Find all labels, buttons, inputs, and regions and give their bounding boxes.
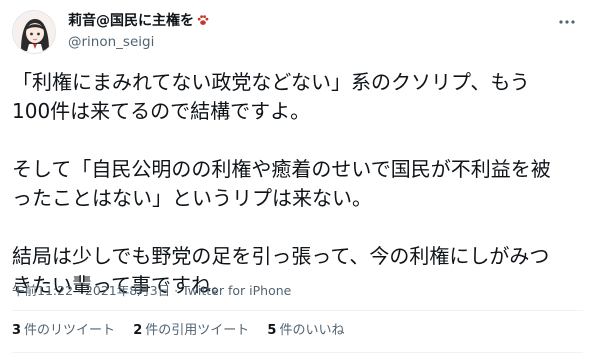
like-label[interactable]: 件のいいね	[279, 323, 344, 338]
retweet-label[interactable]: 件のリツイート	[24, 323, 115, 338]
tweet-timestamp[interactable]: 午前11:22 · 2021年8月3日	[12, 283, 170, 298]
divider	[12, 352, 583, 353]
more-options-icon[interactable]	[557, 12, 577, 32]
tweet-line: ったことはない」というリプは来ない。	[12, 186, 372, 210]
tweet-text: 「利権にまみれてない政党などない」系のクソリプ、もう 100件は来てるので結構で…	[12, 68, 587, 300]
display-name[interactable]: 莉音@国民に主権を	[68, 13, 194, 29]
tweet-stats: 3 件のリツイート 2 件の引用ツイート 5 件のいいね	[12, 322, 358, 340]
author-block: 莉音@国民に主権を @rinon_seigi	[68, 12, 210, 51]
retweet-count[interactable]: 3	[12, 323, 21, 338]
display-name-row[interactable]: 莉音@国民に主権を	[68, 12, 210, 30]
user-handle[interactable]: @rinon_seigi	[68, 33, 210, 51]
tweet-source[interactable]: Twitter for iPhone	[182, 283, 291, 298]
tweet-meta: 午前11:22 · 2021年8月3日 · Twitter for iPhone	[12, 283, 291, 299]
meta-separator: ·	[174, 283, 179, 298]
tweet-date[interactable]: 2021年8月3日	[85, 283, 170, 298]
tweet-line: 「利権にまみれてない政党などない」系のクソリプ、もう	[12, 70, 530, 94]
tweet-line: 結局は少しでも野党の足を引っ張って、今の利権にしがみつ	[12, 244, 550, 268]
retweets-stat[interactable]: 3 件のリツイート	[12, 322, 115, 340]
tweet-time[interactable]: 午前11:22	[12, 283, 73, 298]
quotes-stat[interactable]: 2 件の引用ツイート	[133, 322, 249, 340]
anime-girl-avatar-icon	[13, 11, 55, 53]
likes-stat[interactable]: 5 件のいいね	[267, 322, 344, 340]
like-count[interactable]: 5	[267, 323, 276, 338]
tweet-header: 莉音@国民に主権を @rinon_seigi	[12, 10, 583, 54]
quote-label[interactable]: 件の引用ツイート	[145, 323, 249, 338]
divider	[12, 310, 583, 311]
quote-count[interactable]: 2	[133, 323, 142, 338]
paw-icon	[197, 15, 209, 25]
avatar[interactable]	[12, 10, 56, 54]
tweet-line: 100件は来てるので結構ですよ。	[12, 99, 311, 123]
tweet-line: そして「自民公明のの利権や癒着のせいで国民が不利益を被	[12, 157, 551, 181]
tweet-card: 莉音@国民に主権を @rinon_seigi 「利権にまみれてない政党などない」…	[0, 0, 595, 360]
